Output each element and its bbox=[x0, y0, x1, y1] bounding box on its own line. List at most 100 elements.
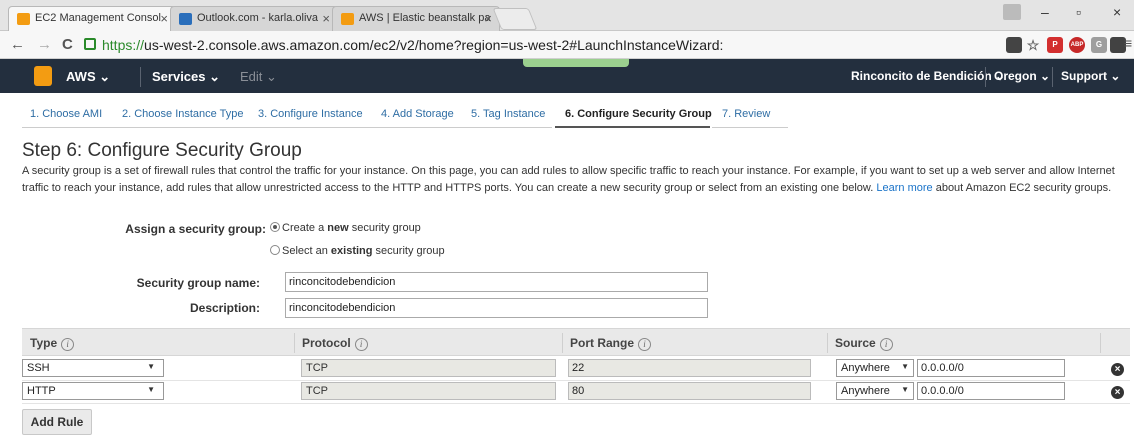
create-new-radio[interactable] bbox=[270, 222, 280, 232]
account-menu[interactable]: Rinconcito de Bendición ⌄ bbox=[851, 69, 1005, 83]
select-existing-radio[interactable] bbox=[270, 245, 280, 255]
info-icon[interactable]: i bbox=[879, 338, 893, 351]
profile-icon[interactable] bbox=[1003, 4, 1021, 20]
header-text: Port Range bbox=[570, 336, 635, 350]
row-divider bbox=[22, 380, 1130, 381]
reload-icon[interactable]: C bbox=[62, 36, 73, 53]
forward-icon[interactable]: → bbox=[37, 36, 52, 53]
g-extension-icon[interactable]: G bbox=[1091, 37, 1107, 53]
dropdown-arrow-icon: ▼ bbox=[901, 362, 909, 371]
support-menu[interactable]: Support ⌄ bbox=[1061, 69, 1120, 83]
url-field[interactable]: https://us-west-2.console.aws.amazon.com… bbox=[84, 35, 1004, 55]
cidr-input[interactable]: 0.0.0.0/0 bbox=[917, 359, 1065, 377]
pocket-extension-icon[interactable]: P bbox=[1047, 37, 1063, 53]
step-underline bbox=[712, 127, 788, 128]
aws-cube-icon[interactable] bbox=[34, 66, 52, 86]
info-icon[interactable]: i bbox=[638, 338, 652, 351]
browser-tab-outlook[interactable]: Outlook.com - karla.oliva × bbox=[170, 6, 338, 31]
browser-tab-beanstalk[interactable]: AWS | Elastic beanstalk pa × bbox=[332, 6, 500, 31]
aws-menu[interactable]: AWS ⌄ bbox=[66, 69, 110, 85]
edit-menu[interactable]: Edit ⌄ bbox=[240, 69, 277, 85]
type-value: SSH bbox=[27, 362, 50, 374]
menu-icon[interactable]: ≡ bbox=[1124, 35, 1132, 51]
step-choose-instance-type[interactable]: 2. Choose Instance Type bbox=[122, 108, 244, 120]
close-tab-icon[interactable]: × bbox=[160, 11, 168, 26]
port-range-input[interactable]: 80 bbox=[568, 382, 811, 400]
nav-divider bbox=[985, 67, 986, 87]
step-underline bbox=[22, 127, 552, 128]
header-text: Protocol bbox=[302, 336, 351, 350]
close-window-icon[interactable]: × bbox=[1113, 4, 1121, 20]
description-end-text: about Amazon EC2 security groups. bbox=[935, 182, 1112, 194]
select-existing-option[interactable]: Select an existing security group bbox=[270, 245, 445, 257]
info-icon[interactable]: i bbox=[61, 338, 75, 351]
assign-security-group-label: Assign a security group: bbox=[125, 222, 266, 236]
tab-title: AWS | Elastic beanstalk pa bbox=[359, 12, 491, 24]
tab-title: EC2 Management Consol bbox=[35, 12, 161, 24]
source-column-header: Source i bbox=[835, 336, 893, 351]
minimize-icon[interactable]: – bbox=[1041, 4, 1049, 20]
browser-tab-ec2[interactable]: EC2 Management Consol × bbox=[8, 6, 176, 31]
step-configure-instance[interactable]: 3. Configure Instance bbox=[258, 108, 363, 120]
page-description: A security group is a set of firewall ru… bbox=[22, 163, 1130, 197]
services-menu[interactable]: Services ⌄ bbox=[152, 69, 220, 85]
remove-rule-icon[interactable]: × bbox=[1111, 386, 1124, 399]
step-configure-security-group[interactable]: 6. Configure Security Group bbox=[565, 108, 712, 120]
add-rule-button[interactable]: Add Rule bbox=[22, 409, 92, 435]
step-tag-instance[interactable]: 5. Tag Instance bbox=[471, 108, 545, 120]
cidr-value: 0.0.0.0/0 bbox=[921, 362, 964, 374]
table-row: HTTP ▼ TCP 80 Anywhere ▼ 0.0.0.0/0 × bbox=[22, 382, 1130, 404]
cidr-input[interactable]: 0.0.0.0/0 bbox=[917, 382, 1065, 400]
step-underline-active bbox=[555, 126, 710, 128]
option-text: Create a bbox=[282, 222, 328, 234]
security-group-name-input[interactable] bbox=[285, 272, 708, 292]
header-text: Type bbox=[30, 336, 58, 350]
type-select[interactable]: HTTP ▼ bbox=[22, 382, 164, 400]
port-range-input[interactable]: 22 bbox=[568, 359, 811, 377]
new-tab-button[interactable] bbox=[492, 8, 538, 30]
source-value: Anywhere bbox=[841, 385, 890, 397]
row-divider bbox=[22, 403, 1130, 404]
feedback-tab[interactable] bbox=[523, 59, 629, 67]
nav-divider bbox=[1052, 67, 1053, 87]
remove-rule-icon[interactable]: × bbox=[1111, 363, 1124, 376]
region-menu[interactable]: Oregon ⌄ bbox=[994, 69, 1050, 83]
url-scheme: https:// bbox=[102, 37, 145, 53]
close-tab-icon[interactable]: × bbox=[484, 11, 492, 26]
type-column-header: Type i bbox=[30, 336, 75, 351]
protocol-field: TCP bbox=[301, 382, 556, 400]
protocol-value: TCP bbox=[306, 362, 328, 374]
close-tab-icon[interactable]: × bbox=[322, 11, 330, 26]
translate-icon[interactable] bbox=[1006, 37, 1022, 53]
create-new-option[interactable]: Create a new security group bbox=[270, 222, 421, 234]
option-text-bold: new bbox=[327, 222, 349, 234]
column-divider bbox=[827, 333, 828, 353]
step-choose-ami[interactable]: 1. Choose AMI bbox=[30, 108, 102, 120]
source-select[interactable]: Anywhere ▼ bbox=[836, 359, 914, 377]
option-text: security group bbox=[348, 222, 421, 234]
adblock-extension-icon[interactable]: ABP bbox=[1069, 37, 1085, 53]
option-text: security group bbox=[372, 245, 445, 257]
url-path: us-west-2.console.aws.amazon.com/ec2/v2/… bbox=[144, 37, 724, 53]
bookmark-star-icon[interactable]: ☆ bbox=[1025, 37, 1041, 53]
aws-top-nav: AWS ⌄ Services ⌄ Edit ⌄ Rinconcito de Be… bbox=[0, 59, 1134, 93]
dropdown-arrow-icon: ▼ bbox=[147, 362, 155, 371]
description-input[interactable] bbox=[285, 298, 708, 318]
step-review[interactable]: 7. Review bbox=[722, 108, 770, 120]
outlook-favicon-icon bbox=[179, 13, 192, 25]
type-select[interactable]: SSH ▼ bbox=[22, 359, 164, 377]
port-value: 80 bbox=[572, 385, 585, 397]
option-text-bold: existing bbox=[330, 245, 373, 257]
aws-favicon-icon bbox=[341, 13, 354, 25]
maximize-icon[interactable]: ▫ bbox=[1076, 4, 1081, 20]
dropdown-arrow-icon: ▼ bbox=[901, 385, 909, 394]
option-text: Select an bbox=[282, 245, 331, 257]
browser-tab-bar: EC2 Management Consol × Outlook.com - ka… bbox=[0, 0, 1134, 31]
step-add-storage[interactable]: 4. Add Storage bbox=[381, 108, 454, 120]
learn-more-link[interactable]: Learn more bbox=[876, 182, 932, 194]
back-icon[interactable]: ← bbox=[10, 36, 25, 53]
address-bar: ← → C https://us-west-2.console.aws.amaz… bbox=[0, 31, 1134, 59]
info-icon[interactable]: i bbox=[354, 338, 368, 351]
port-range-column-header: Port Range i bbox=[570, 336, 652, 351]
source-select[interactable]: Anywhere ▼ bbox=[836, 382, 914, 400]
